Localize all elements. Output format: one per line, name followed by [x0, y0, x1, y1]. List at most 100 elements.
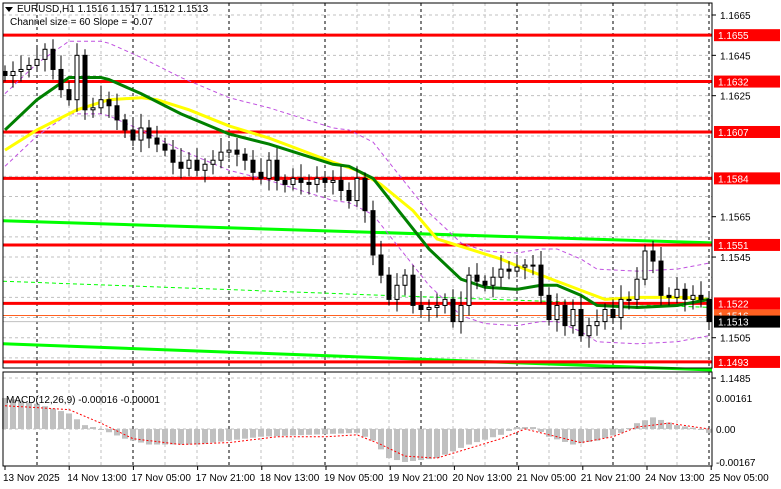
bull-candle: [570, 308, 576, 327]
macd-histogram-bar: [42, 406, 48, 429]
bear-candle: [698, 294, 704, 300]
bull-candle: [458, 304, 464, 323]
bear-candle: [234, 149, 240, 155]
bull-candle: [402, 274, 408, 286]
macd-histogram-bar: [498, 429, 504, 435]
macd-tick-label: 0.00161: [716, 394, 753, 405]
macd-histogram-bar: [282, 429, 288, 436]
macd-histogram-bar: [426, 429, 432, 460]
bull-candle: [642, 250, 648, 280]
bear-candle: [378, 254, 384, 276]
bull-candle: [490, 276, 496, 286]
macd-histogram-bar: [506, 429, 512, 431]
time-tick-label: 17 Nov 05:00: [131, 473, 191, 484]
macd-histogram-bar: [82, 425, 88, 429]
bull-candle: [18, 68, 24, 72]
bear-candle: [658, 260, 664, 296]
bull-candle: [442, 298, 448, 306]
symbol-header: EURUSD,H1 1.1516 1.1517 1.1512 1.1513: [5, 4, 208, 15]
bear-candle: [610, 308, 616, 319]
bull-candle: [42, 48, 48, 60]
time-tick-label: 25 Nov 05:00: [709, 473, 769, 484]
macd-histogram-bar: [530, 427, 536, 429]
macd-histogram-bar: [634, 423, 640, 429]
macd-histogram-bar: [346, 429, 352, 434]
macd-histogram-bar: [514, 427, 520, 429]
bull-candle: [354, 177, 360, 202]
bull-candle: [634, 278, 640, 300]
bear-candle: [58, 68, 64, 91]
price-tick-label: 1.1665: [720, 11, 751, 22]
bull-candle: [674, 288, 680, 298]
bull-candle: [554, 304, 560, 321]
trading-chart[interactable]: 1.1665 1.1645 1.1625 1.1565 1.1545 1.1505 1.14…: [0, 0, 781, 489]
macd-histogram-bar: [90, 427, 96, 429]
macd-histogram-bar: [570, 429, 576, 445]
macd-histogram-bar: [226, 429, 232, 441]
time-tick-label: 19 Nov 21:00: [388, 473, 448, 484]
macd-histogram-bar: [178, 429, 184, 445]
bear-candle: [450, 298, 456, 323]
macd-histogram-bar: [650, 417, 656, 429]
macd-histogram-bar: [170, 429, 176, 445]
macd-histogram-bar: [250, 429, 256, 438]
bull-candle: [290, 177, 296, 185]
channel-info: Channel size = 60 Slope = -0.07: [10, 17, 153, 28]
macd-histogram-bar: [58, 411, 64, 429]
bull-candle: [210, 159, 216, 165]
level-price-label: 1.1632: [718, 78, 749, 89]
macd-histogram-bar: [290, 429, 296, 436]
bear-candle: [386, 274, 392, 300]
bear-candle: [418, 304, 424, 310]
macd-histogram-bar: [74, 419, 80, 429]
macd-histogram-bar: [642, 420, 648, 429]
macd-histogram-bar: [626, 428, 632, 430]
time-tick-label: 19 Nov 05:00: [324, 473, 384, 484]
macd-histogram-bar: [266, 429, 272, 437]
macd-histogram-bar: [602, 429, 608, 439]
bear-candle: [706, 298, 712, 323]
bull-candle: [314, 177, 320, 185]
macd-histogram-bar: [210, 429, 216, 443]
macd-histogram-bar: [698, 429, 704, 430]
bear-candle: [170, 149, 176, 163]
bull-candle: [626, 298, 632, 301]
macd-histogram-bar: [418, 429, 424, 461]
time-tick-label: 21 Nov 05:00: [517, 473, 577, 484]
macd-histogram-bar: [98, 429, 104, 430]
bear-candle: [482, 280, 488, 286]
bear-candle: [114, 105, 120, 121]
macd-histogram-bar: [330, 429, 336, 434]
bull-candle: [594, 321, 600, 327]
macd-histogram-bar: [386, 429, 392, 459]
macd-histogram-bar: [554, 429, 560, 440]
macd-histogram-bar: [362, 429, 368, 437]
bear-candle: [322, 177, 328, 183]
macd-histogram-bar: [50, 408, 56, 429]
macd-histogram-bar: [578, 429, 584, 444]
macd-histogram-bar: [258, 429, 264, 437]
macd-histogram-bar: [706, 429, 712, 433]
bull-candle: [434, 304, 440, 308]
bear-candle: [562, 304, 568, 327]
bull-candle: [26, 64, 32, 70]
macd-histogram-bar: [690, 427, 696, 429]
bear-candle: [242, 153, 248, 161]
macd-histogram-bar: [610, 429, 616, 436]
macd-histogram-bar: [338, 429, 344, 434]
bear-candle: [506, 268, 512, 272]
bear-candle: [66, 89, 72, 101]
level-price-label: 1.1607: [718, 128, 749, 139]
time-tick-label: 21 Nov 21:00: [581, 473, 641, 484]
macd-histogram-bar: [186, 429, 192, 445]
bear-candle: [538, 264, 544, 296]
time-tick-label: 20 Nov 13:00: [452, 473, 512, 484]
macd-histogram-bar: [202, 429, 208, 444]
macd-histogram-bar: [674, 425, 680, 429]
macd-histogram-bar: [378, 429, 384, 450]
macd-histogram-bar: [354, 429, 360, 433]
dropdown-triangle-icon[interactable]: [5, 6, 13, 12]
bull-candle: [602, 308, 608, 323]
macd-histogram-bar: [146, 429, 152, 445]
macd-histogram-bar: [306, 429, 312, 435]
